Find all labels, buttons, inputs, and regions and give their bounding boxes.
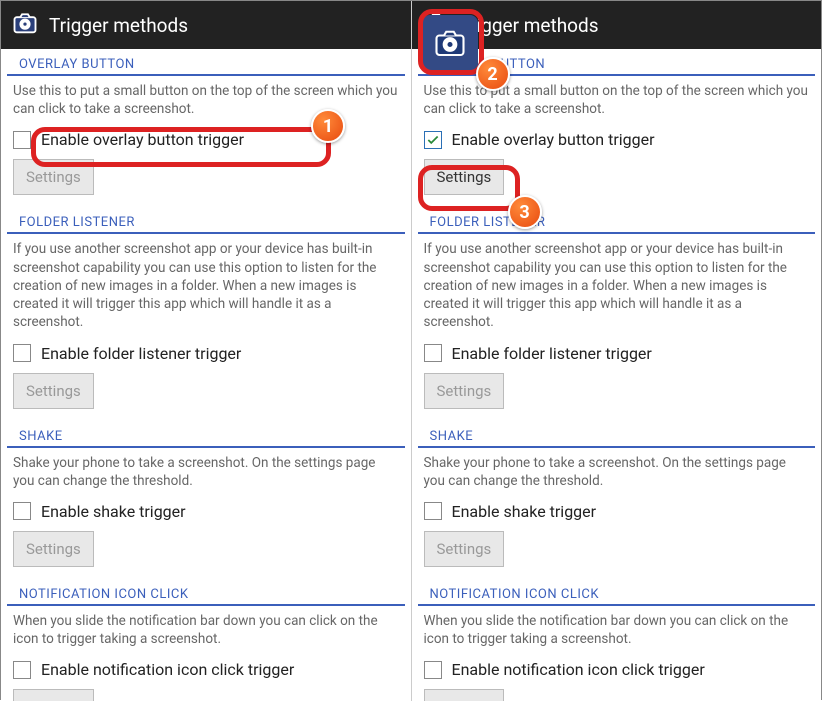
content-body: OVERLAY BUTTON Use this to put a small b…: [1, 49, 411, 701]
section-folder-title: FOLDER LISTENER: [7, 207, 405, 234]
section-notif-title: NOTIFICATION ICON CLICK: [7, 579, 405, 606]
notif-checkbox-label: Enable notification icon click trigger: [452, 660, 705, 679]
notif-checkbox-row[interactable]: Enable notification icon click trigger: [1, 654, 411, 685]
notif-settings-button[interactable]: Settings: [424, 689, 505, 701]
checkbox-unchecked-icon[interactable]: [424, 344, 442, 362]
badge-2: 2: [476, 57, 510, 91]
shake-checkbox-row[interactable]: Enable shake trigger: [1, 496, 411, 527]
shake-checkbox-row[interactable]: Enable shake trigger: [412, 496, 822, 527]
overlay-checkbox-row[interactable]: Enable overlay button trigger: [1, 124, 411, 155]
section-folder-title: FOLDER LISTENER: [418, 207, 816, 234]
section-shake-desc: Shake your phone to take a screenshot. O…: [1, 448, 411, 496]
checkbox-unchecked-icon[interactable]: [13, 661, 31, 679]
notif-checkbox-label: Enable notification icon click trigger: [41, 660, 294, 679]
left-pane: Trigger methods OVERLAY BUTTON Use this …: [1, 1, 412, 701]
checkbox-unchecked-icon[interactable]: [13, 344, 31, 362]
overlay-checkbox-row[interactable]: Enable overlay button trigger: [412, 124, 822, 155]
section-folder-desc: If you use another screenshot app or you…: [1, 234, 411, 337]
shake-checkbox-label: Enable shake trigger: [452, 502, 597, 521]
section-folder-desc: If you use another screenshot app or you…: [412, 234, 822, 337]
shake-settings-button[interactable]: Settings: [424, 531, 505, 567]
folder-settings-button[interactable]: Settings: [424, 373, 505, 409]
overlay-settings-button[interactable]: Settings: [13, 159, 94, 195]
camera-icon: [11, 9, 39, 41]
page-title: Trigger methods: [460, 14, 599, 37]
section-shake-desc: Shake your phone to take a screenshot. O…: [412, 448, 822, 496]
checkbox-checked-icon[interactable]: [424, 131, 442, 149]
checkbox-unchecked-icon[interactable]: [424, 661, 442, 679]
folder-settings-button[interactable]: Settings: [13, 373, 94, 409]
section-shake-title: SHAKE: [418, 421, 816, 448]
section-notif-desc: When you slide the notification bar down…: [412, 606, 822, 654]
overlay-floating-button[interactable]: [422, 15, 478, 71]
app-header: Trigger methods: [1, 1, 411, 49]
section-shake-title: SHAKE: [7, 421, 405, 448]
folder-checkbox-label: Enable folder listener trigger: [452, 344, 652, 363]
badge-3: 3: [508, 195, 542, 229]
right-pane: Trigger methods OVERLAY BUTTON Use this …: [412, 1, 822, 701]
page-title: Trigger methods: [49, 14, 188, 37]
content-body: OVERLAY BUTTON Use this to put a small b…: [412, 49, 822, 701]
folder-checkbox-row[interactable]: Enable folder listener trigger: [1, 338, 411, 369]
section-notif-title: NOTIFICATION ICON CLICK: [418, 579, 816, 606]
shake-settings-button[interactable]: Settings: [13, 531, 94, 567]
overlay-checkbox-label: Enable overlay button trigger: [452, 130, 655, 149]
section-overlay-desc: Use this to put a small button on the to…: [1, 76, 411, 124]
section-overlay-desc: Use this to put a small button on the to…: [412, 76, 822, 124]
badge-1: 1: [311, 109, 345, 143]
overlay-checkbox-label: Enable overlay button trigger: [41, 130, 244, 149]
split-comparison: Trigger methods OVERLAY BUTTON Use this …: [0, 0, 822, 700]
notif-settings-button[interactable]: Settings: [13, 689, 94, 701]
overlay-settings-button[interactable]: Settings: [424, 159, 505, 195]
section-overlay-title: OVERLAY BUTTON: [7, 49, 405, 76]
section-notif-desc: When you slide the notification bar down…: [1, 606, 411, 654]
checkbox-unchecked-icon[interactable]: [13, 502, 31, 520]
folder-checkbox-label: Enable folder listener trigger: [41, 344, 241, 363]
checkbox-unchecked-icon[interactable]: [424, 502, 442, 520]
notif-checkbox-row[interactable]: Enable notification icon click trigger: [412, 654, 822, 685]
folder-checkbox-row[interactable]: Enable folder listener trigger: [412, 338, 822, 369]
shake-checkbox-label: Enable shake trigger: [41, 502, 186, 521]
checkbox-unchecked-icon[interactable]: [13, 131, 31, 149]
